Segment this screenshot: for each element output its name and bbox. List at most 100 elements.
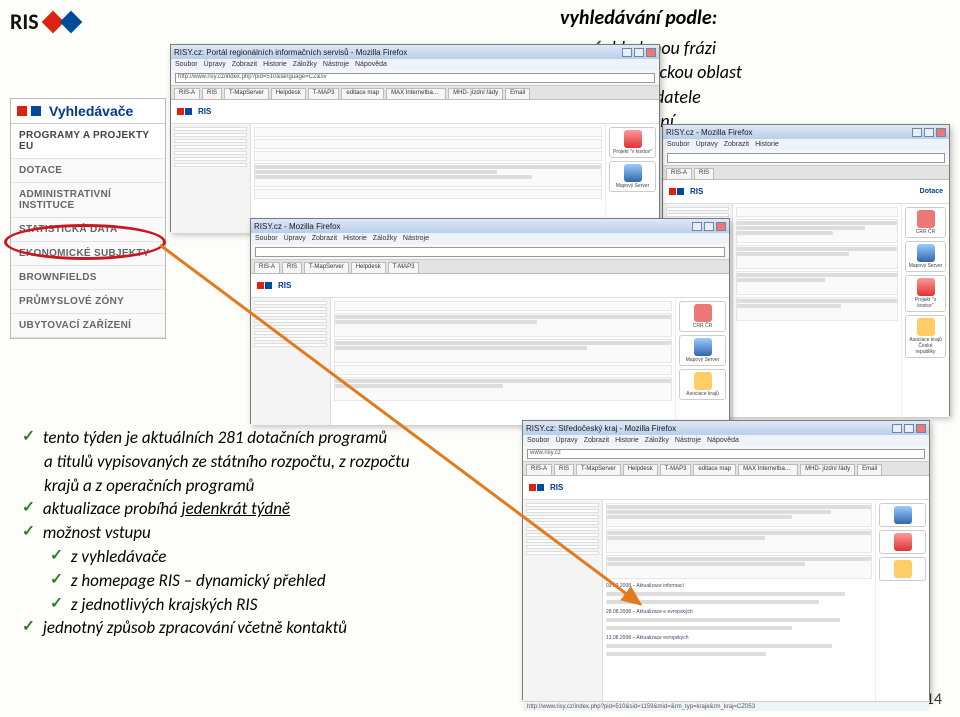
- browser-menubar[interactable]: Soubor Úpravy Zobrazit Historie Záložky …: [523, 435, 929, 446]
- maximize-button[interactable]: [634, 48, 644, 57]
- widget[interactable]: [879, 557, 926, 581]
- minimize-button[interactable]: [622, 48, 632, 57]
- sidebar-field[interactable]: [174, 127, 247, 131]
- sidebar-item-dotace[interactable]: Dotace: [11, 159, 165, 183]
- tab-bar: RIS-A RIS T-MapServer Helpdesk T-MAP3 ed…: [523, 462, 929, 476]
- close-button[interactable]: [916, 424, 926, 433]
- sidebar-field[interactable]: [526, 533, 599, 537]
- browser-tab[interactable]: T-MapServer: [576, 464, 621, 475]
- browser-tab[interactable]: Email: [857, 464, 882, 475]
- sidebar-field[interactable]: [174, 133, 247, 137]
- widget-asociace[interactable]: Asociace krajů České republiky: [905, 315, 946, 358]
- browser-tab[interactable]: MHD- jízdní řády: [448, 88, 503, 99]
- browser-tab[interactable]: RIS-A: [254, 262, 280, 273]
- bottom-bullet-list: ✓tento týden je aktuálních 281 dotačních…: [22, 426, 502, 640]
- sidebar-field[interactable]: [526, 545, 599, 549]
- browser-tab[interactable]: T-MAP3: [308, 88, 340, 99]
- content-block: [254, 163, 602, 187]
- browser-tab[interactable]: T-MAP3: [660, 464, 692, 475]
- browser-tab[interactable]: T-MapServer: [304, 262, 349, 273]
- browser-tab[interactable]: MAX Internetbanking PS: [386, 88, 446, 99]
- page-widgets: Projekt "v kostce" Mapový Server: [605, 124, 659, 233]
- widget-projekt[interactable]: Projekt "v kostce": [905, 275, 946, 312]
- browser-tab[interactable]: Helpdesk: [271, 88, 306, 99]
- sidebar-field[interactable]: [526, 551, 599, 555]
- page-widgets: [875, 500, 929, 701]
- close-button[interactable]: [646, 48, 656, 57]
- browser-tab[interactable]: editace map: [693, 464, 736, 475]
- sidebar-field[interactable]: [254, 343, 327, 347]
- check-icon: ✓: [22, 426, 35, 447]
- sidebar-field[interactable]: [526, 515, 599, 519]
- sidebar-field[interactable]: [254, 301, 327, 305]
- close-button[interactable]: [716, 222, 726, 231]
- browser-tab[interactable]: Helpdesk: [351, 262, 386, 273]
- browser-tab[interactable]: Email: [505, 88, 530, 99]
- sidebar-field[interactable]: [526, 503, 599, 507]
- logo-diamonds: [45, 14, 79, 30]
- browser-tab[interactable]: RIS-A: [666, 168, 692, 179]
- url-input[interactable]: www.risy.cz: [527, 449, 925, 459]
- widget[interactable]: [879, 530, 926, 554]
- sidebar-field[interactable]: [254, 319, 327, 323]
- browser-tab[interactable]: MAX Internetbanking PS: [738, 464, 798, 475]
- maximize-button[interactable]: [704, 222, 714, 231]
- url-input[interactable]: http://www.risy.cz/index.php?pid=510&lan…: [175, 73, 655, 83]
- browser-tab[interactable]: T-MAP3: [388, 262, 420, 273]
- widget-asociace[interactable]: Asociace krajů: [679, 369, 726, 400]
- sidebar-field[interactable]: [526, 521, 599, 525]
- browser-tab[interactable]: RIS: [554, 464, 574, 475]
- maximize-button[interactable]: [924, 128, 934, 137]
- sidebar-field[interactable]: [254, 325, 327, 329]
- widget-crr[interactable]: CRR ČR: [905, 207, 946, 238]
- sidebar-field[interactable]: [254, 331, 327, 335]
- minimize-button[interactable]: [912, 128, 922, 137]
- widget-mapovy[interactable]: Mapový Server: [679, 335, 726, 366]
- close-button[interactable]: [936, 128, 946, 137]
- window-title: RISY.cz: Portál regionálních informačníc…: [174, 48, 407, 57]
- sidebar-item-instituce[interactable]: Administrativní instituce: [11, 183, 165, 218]
- browser-tab[interactable]: RIS: [282, 262, 302, 273]
- sidebar-field[interactable]: [666, 213, 729, 217]
- minimize-button[interactable]: [692, 222, 702, 231]
- maximize-button[interactable]: [904, 424, 914, 433]
- minimize-button[interactable]: [892, 424, 902, 433]
- sidebar-field[interactable]: [174, 151, 247, 155]
- sidebar-item-ubytovani[interactable]: Ubytovací zařízení: [11, 314, 165, 338]
- url-input[interactable]: [255, 247, 725, 257]
- sidebar-field[interactable]: [254, 307, 327, 311]
- projekt-icon: [917, 278, 935, 296]
- widget-projekt[interactable]: Projekt "v kostce": [609, 127, 656, 158]
- address-bar: [663, 150, 949, 166]
- url-input[interactable]: [667, 153, 945, 163]
- sidebar-field[interactable]: [526, 527, 599, 531]
- browser-tab[interactable]: RIS: [202, 88, 222, 99]
- widget-crr[interactable]: CRR ČR: [679, 301, 726, 332]
- browser-menubar[interactable]: Soubor Úpravy Zobrazit Historie Záložky …: [171, 59, 659, 70]
- browser-menubar[interactable]: Soubor Úpravy Zobrazit Historie: [663, 139, 949, 150]
- sidebar-item-brownfields[interactable]: Brownfields: [11, 266, 165, 290]
- browser-tab[interactable]: Helpdesk: [623, 464, 658, 475]
- widget-mapovy[interactable]: Mapový Server: [609, 161, 656, 192]
- browser-tab[interactable]: T-MapServer: [224, 88, 269, 99]
- sidebar-field[interactable]: [174, 145, 247, 149]
- sidebar-field[interactable]: [254, 313, 327, 317]
- browser-tab[interactable]: RIS: [694, 168, 714, 179]
- sidebar-field[interactable]: [526, 509, 599, 513]
- sidebar-field[interactable]: [254, 337, 327, 341]
- browser-tab[interactable]: RIS-A: [526, 464, 552, 475]
- content-block: [606, 503, 872, 527]
- sidebar-field[interactable]: [526, 539, 599, 543]
- browser-menubar[interactable]: Soubor Úpravy Zobrazit Historie Záložky …: [251, 233, 729, 244]
- sidebar-field[interactable]: [666, 207, 729, 211]
- sidebar-field[interactable]: [174, 163, 247, 167]
- widget-mapovy[interactable]: Mapový Server: [905, 241, 946, 272]
- widget[interactable]: [879, 503, 926, 527]
- browser-tab[interactable]: editace map: [341, 88, 384, 99]
- sidebar-item-zony[interactable]: Průmyslové zóny: [11, 290, 165, 314]
- sidebar-field[interactable]: [174, 139, 247, 143]
- browser-tab[interactable]: MHD- jízdní řády: [800, 464, 855, 475]
- browser-tab[interactable]: RIS-A: [174, 88, 200, 99]
- sidebar-field[interactable]: [174, 157, 247, 161]
- sidebar-item-programy[interactable]: Programy a projekty EU: [11, 124, 165, 159]
